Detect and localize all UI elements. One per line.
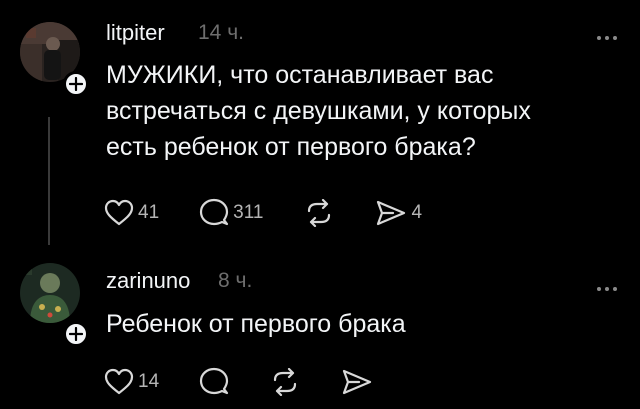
post-time: 14 ч. bbox=[198, 21, 244, 44]
comment-icon bbox=[199, 198, 229, 228]
post-actions: 14 bbox=[104, 367, 413, 397]
thread-post: litpiter 14 ч. МУЖИКИ, что останавливает… bbox=[0, 0, 640, 255]
like-count: 14 bbox=[138, 371, 160, 392]
like-button[interactable]: 41 bbox=[104, 199, 159, 227]
reply-button[interactable]: 311 bbox=[199, 198, 263, 228]
share-icon bbox=[375, 199, 407, 227]
thread-reply: zarinuno 8 ч. Ребенок от первого брака 1… bbox=[0, 255, 640, 409]
heart-icon bbox=[104, 199, 134, 227]
post-actions: 41 311 4 bbox=[104, 198, 462, 228]
reply-button[interactable] bbox=[199, 367, 229, 397]
share-button[interactable]: 4 bbox=[375, 199, 422, 227]
post-text: Ребенок от первого брака bbox=[106, 306, 616, 342]
post-text-line: есть ребенок от первого брака? bbox=[106, 133, 476, 161]
repost-button[interactable] bbox=[303, 199, 335, 227]
post-text: МУЖИКИ, что останавливает вас встречатьс… bbox=[106, 57, 616, 165]
repost-icon bbox=[303, 199, 335, 227]
share-count: 4 bbox=[411, 202, 423, 223]
comment-icon bbox=[199, 367, 229, 397]
follow-plus-icon[interactable] bbox=[63, 321, 89, 347]
more-icon[interactable] bbox=[596, 24, 618, 47]
post-time: 8 ч. bbox=[218, 269, 253, 292]
repost-button[interactable] bbox=[269, 368, 301, 396]
like-count: 41 bbox=[138, 202, 160, 223]
like-button[interactable]: 14 bbox=[104, 368, 159, 396]
reply-count: 311 bbox=[233, 202, 264, 223]
share-icon bbox=[341, 368, 373, 396]
thread-line bbox=[48, 117, 50, 245]
more-icon[interactable] bbox=[596, 275, 618, 298]
post-text-line: МУЖИКИ, что останавливает вас bbox=[106, 61, 494, 89]
repost-icon bbox=[269, 368, 301, 396]
avatar[interactable] bbox=[20, 263, 80, 323]
follow-plus-icon[interactable] bbox=[63, 71, 89, 97]
post-text-line: встречаться с девушками, у которых bbox=[106, 97, 531, 125]
username[interactable]: litpiter bbox=[106, 20, 165, 46]
post-text-line: Ребенок от первого брака bbox=[106, 310, 406, 338]
share-button[interactable] bbox=[341, 368, 373, 396]
username[interactable]: zarinuno bbox=[106, 268, 190, 294]
heart-icon bbox=[104, 368, 134, 396]
